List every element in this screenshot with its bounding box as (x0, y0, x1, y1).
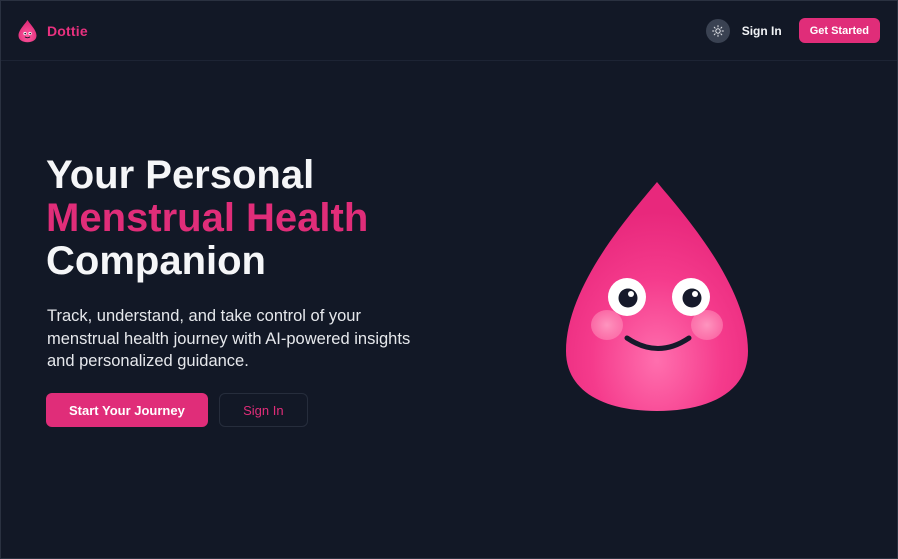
droplet-logo-icon (18, 19, 37, 42)
brand[interactable]: Dottie (17, 19, 88, 43)
top-navbar: Dottie Sign In Get Started (1, 1, 897, 61)
smiling-droplet-mascot-icon (566, 182, 748, 411)
hero-sign-in-button[interactable]: Sign In (218, 393, 308, 427)
sun-icon (711, 24, 724, 37)
hero-title: Your Personal Menstrual Health Companion (46, 154, 368, 283)
hero-title-line-2: Menstrual Health (46, 196, 369, 240)
nav-actions: Sign In Get Started (705, 18, 880, 43)
hero-actions: Start Your Journey Sign In (46, 393, 308, 427)
brand-name: Dottie (47, 22, 88, 39)
start-journey-button[interactable]: Start Your Journey (46, 393, 208, 427)
hero-title-line-1: Your Personal (46, 153, 315, 197)
hero-title-line-3: Companion (46, 239, 266, 283)
theme-toggle-button[interactable] (705, 18, 730, 43)
nav-sign-in-link[interactable]: Sign In (742, 24, 782, 38)
get-started-button[interactable]: Get Started (798, 18, 880, 43)
hero-subtitle: Track, understand, and take control of y… (47, 307, 411, 370)
app-window: Dottie Sign In Get Started Your Personal… (0, 0, 898, 559)
